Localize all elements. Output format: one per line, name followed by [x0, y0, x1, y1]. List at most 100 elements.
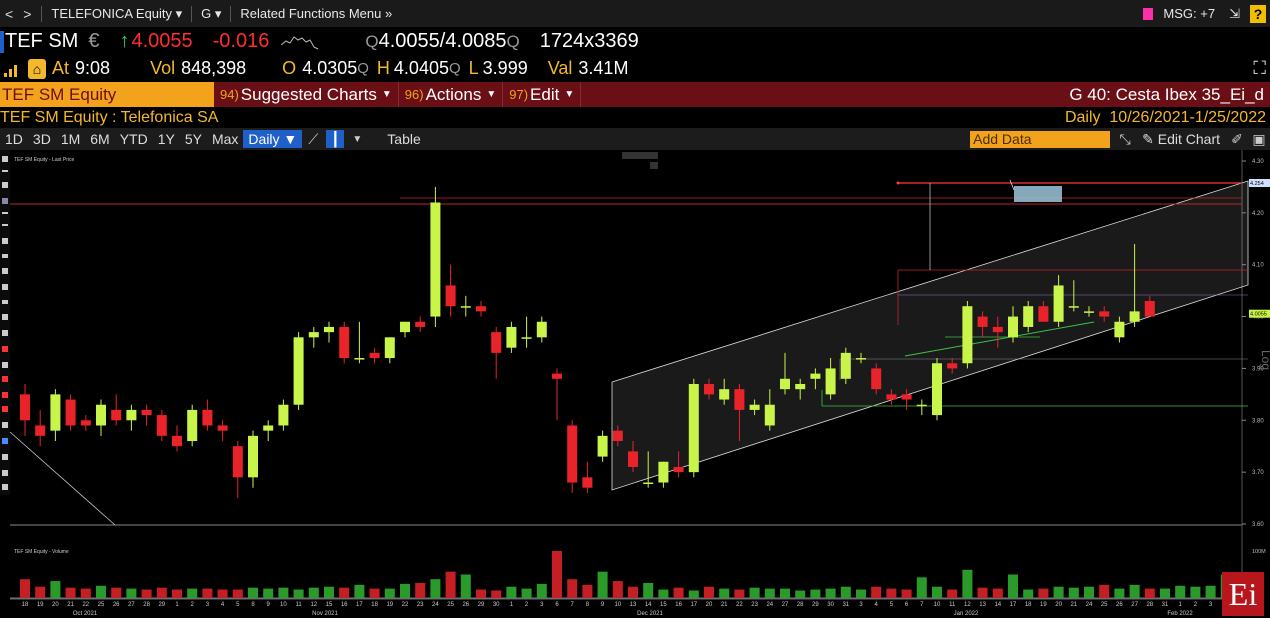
top-bar: < > TELEFONICA Equity ▾ G ▾ Related Func… [0, 0, 1270, 27]
zoom-controls[interactable] [622, 152, 658, 169]
high-level-anchor [896, 181, 900, 185]
expand-icon[interactable]: ⤡ [1116, 130, 1134, 148]
price-chart[interactable]: TEF SM Equity - Last Price 4.30 4.20 4.10 4… [0, 150, 1270, 618]
alert-icon[interactable]: ⌂ [28, 58, 46, 79]
x-month-label: Dec 2021 [637, 611, 663, 617]
candle-body [111, 409, 122, 421]
bid-ask-sizes: 1724x3369 [539, 30, 639, 52]
candle-body [597, 435, 608, 457]
volume-bar [80, 588, 91, 598]
candlestick-icon[interactable]: ┃ [326, 130, 345, 148]
high-label: H [376, 58, 390, 78]
message-icon[interactable] [1143, 7, 1154, 20]
period-5y[interactable]: 5Y [180, 131, 207, 147]
table-button[interactable]: Table [382, 131, 425, 147]
volume-bar [369, 588, 380, 598]
forward-icon[interactable]: > [18, 6, 36, 22]
volume-bar [1053, 586, 1064, 598]
volume-bar [840, 586, 851, 598]
export-icon[interactable]: ⇲ [1225, 6, 1244, 22]
actions-button[interactable]: 96) Actions ▼ [399, 82, 504, 107]
edit-chart-button[interactable]: ✎ Edit Chart [1136, 131, 1226, 148]
volume-bar [506, 586, 517, 598]
security-selector[interactable]: TELEFONICA Equity ▾ [47, 6, 186, 22]
period-1d[interactable]: 1D [0, 131, 28, 147]
chart-menu-icon[interactable]: ▣ [1250, 130, 1268, 148]
volume-bar [445, 571, 456, 598]
volume-bar [248, 587, 258, 598]
currency: € [88, 30, 100, 52]
x-tick-label: 7 [571, 602, 575, 608]
drawing-tools-strip[interactable] [0, 150, 10, 495]
period-max[interactable]: Max [207, 131, 243, 147]
date-range[interactable]: Daily 10/26/2021-1/25/2022 [1065, 109, 1270, 127]
divider [191, 5, 193, 22]
period-3d[interactable]: 3D [28, 131, 56, 147]
candle [536, 316, 547, 343]
x-tick-label: 1 [1179, 602, 1183, 608]
x-tick-label: 25 [98, 602, 105, 608]
x-tick-label: 20 [706, 602, 713, 608]
messages-count[interactable]: MSG: +7 [1159, 6, 1219, 21]
candle-body [415, 321, 426, 327]
period-ytd[interactable]: YTD [115, 131, 153, 147]
candle [339, 321, 350, 364]
volume-bar [339, 587, 350, 598]
edit-button[interactable]: 97) Edit ▼ [503, 82, 582, 107]
volume-bar [916, 577, 927, 598]
suggested-charts-button[interactable]: 94) Suggested Charts ▼ [214, 82, 399, 107]
candle-body [886, 394, 897, 400]
volume-bar [1038, 588, 1049, 598]
related-functions-menu[interactable]: Related Functions Menu » [236, 6, 396, 21]
chart-toolbar: 1D 3D 1M 6M YTD 1Y 5Y Max Daily ▼ ⟋ ┃ ▼ … [0, 128, 1270, 150]
candle [232, 441, 243, 499]
settings-icon[interactable]: ✐ [1228, 130, 1246, 148]
volume-bar [795, 590, 806, 598]
x-tick-label: 18 [371, 602, 378, 608]
frequency-dropdown[interactable]: Daily ▼ [243, 130, 303, 148]
x-tick-label: 16 [341, 602, 348, 608]
chart-type-dropdown-icon[interactable]: ▼ [348, 130, 366, 148]
volume-bar [658, 589, 669, 598]
candle [308, 326, 319, 348]
divider [41, 5, 43, 22]
period-1y[interactable]: 1Y [153, 131, 180, 147]
candle-body [1144, 301, 1155, 317]
back-icon[interactable]: < [0, 6, 18, 22]
volume-bar [1099, 584, 1110, 598]
x-tick-label: 14 [994, 602, 1001, 608]
candle-body [628, 451, 638, 467]
x-month-label: Oct 2021 [73, 611, 98, 617]
high-tag-text: 4.254 [1250, 181, 1264, 187]
candle [202, 399, 213, 431]
x-tick-label: 30 [827, 602, 834, 608]
candle [932, 358, 942, 421]
add-data-input[interactable]: Add Data [970, 130, 1111, 148]
ask-suffix: Q [506, 31, 520, 51]
y-tick-label: 4.20 [1252, 211, 1264, 217]
candle-body [947, 363, 958, 369]
resize-icon[interactable]: ⛶ [1253, 58, 1266, 79]
help-button[interactable]: ? [1250, 4, 1266, 23]
candle-body [612, 430, 623, 442]
candle [658, 461, 669, 488]
candle-body [324, 326, 334, 333]
candle-body [141, 409, 152, 416]
x-tick-label: 10 [280, 602, 287, 608]
period-1m[interactable]: 1M [56, 131, 85, 147]
line-chart-icon[interactable]: ⟋ [304, 130, 322, 148]
volume-bar [719, 588, 730, 598]
security-field[interactable]: TEF SM Equity [0, 82, 214, 107]
candle-body [369, 352, 380, 359]
candle-body [1038, 306, 1049, 322]
volume-bar [704, 586, 714, 598]
period-6m[interactable]: 6M [85, 131, 114, 147]
function-selector[interactable]: G ▾ [197, 6, 225, 22]
x-tick-label: 20 [52, 602, 59, 608]
x-tick-label: 16 [675, 602, 682, 608]
x-tick-label: 5 [236, 602, 240, 608]
candle [293, 332, 304, 410]
annotation-pointer [1009, 179, 1015, 191]
log-scale-label: Log [1259, 350, 1270, 370]
volume-bar [582, 584, 593, 598]
